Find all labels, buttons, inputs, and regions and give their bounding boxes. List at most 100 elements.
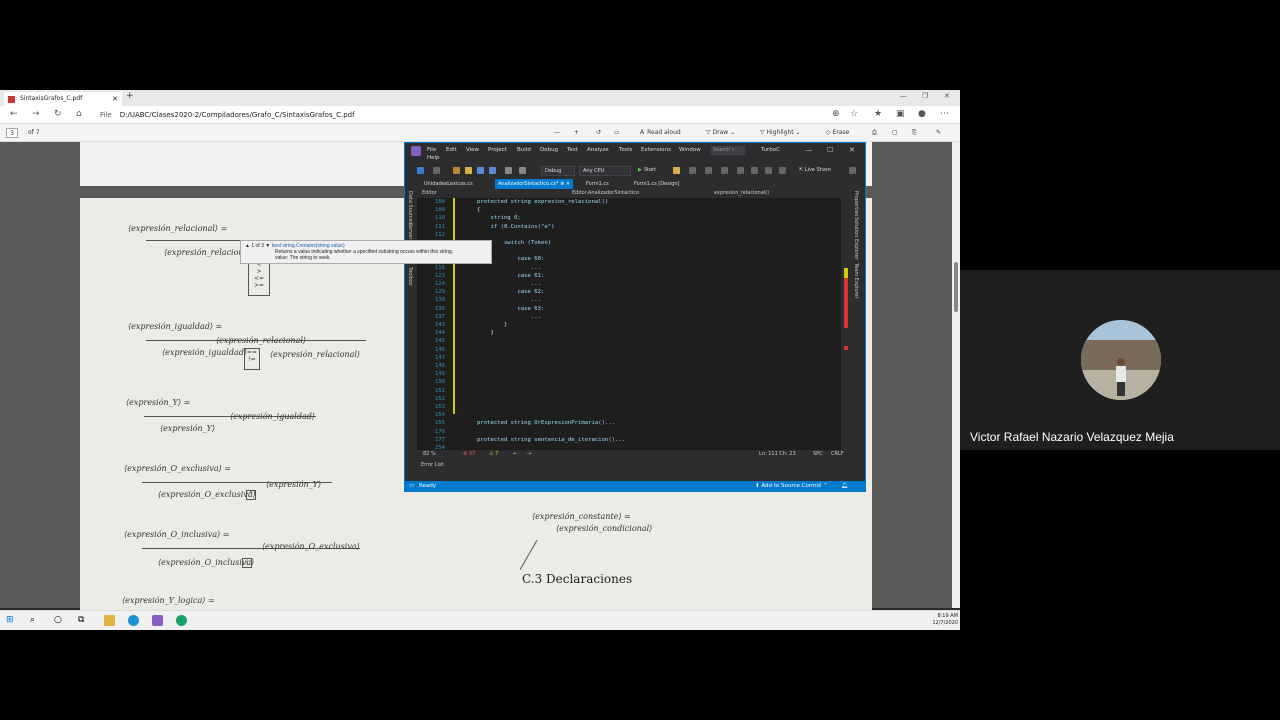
team-explorer-tab[interactable]: Team Explorer: [853, 263, 859, 299]
draw-button[interactable]: ▽ Draw ⌄: [706, 129, 735, 136]
menu-tools[interactable]: Tools: [619, 147, 633, 153]
solution-explorer-tab[interactable]: Solution Explorer: [853, 217, 859, 260]
vs-search-box[interactable]: Search ⌕: [711, 146, 745, 155]
menu-view[interactable]: View: [466, 147, 479, 153]
pdf-scrollbar[interactable]: [952, 142, 960, 608]
profile-icon[interactable]: ●: [918, 109, 926, 119]
tab-unidadeslexicas[interactable]: UnidadesLexicas.cs: [421, 179, 476, 189]
more-icon[interactable]: ⋯: [940, 109, 949, 119]
refresh-icon[interactable]: ↻: [54, 109, 62, 119]
menu-test[interactable]: Test: [567, 147, 578, 153]
edge-icon[interactable]: [176, 615, 187, 626]
toolbar-icon[interactable]: [721, 167, 728, 174]
page-number-input[interactable]: 3: [6, 128, 18, 138]
back-icon[interactable]: [417, 167, 424, 174]
comment-icon[interactable]: [779, 167, 786, 174]
tab-form1-design[interactable]: Form1.cs [Design]: [631, 179, 682, 189]
maximize-icon[interactable]: ❐: [922, 92, 928, 100]
tab-analizadorsintactico[interactable]: AnalizadorSintactico.cs* ⊕ ✕: [495, 179, 573, 189]
favorites-icon[interactable]: ★: [874, 109, 882, 119]
highlight-button[interactable]: ▽ Highlight ⌄: [760, 129, 801, 136]
menu-extensions[interactable]: Extensions: [641, 147, 671, 153]
task-view-icon[interactable]: ⧉: [78, 615, 89, 626]
toolbox-tab[interactable]: Toolbox: [407, 267, 413, 286]
error-icon[interactable]: ⊗ 37: [463, 451, 475, 457]
scroll-thumb[interactable]: [954, 262, 958, 312]
collections-icon[interactable]: ▣: [896, 109, 905, 119]
platform-dropdown[interactable]: Any CPU: [579, 166, 631, 176]
search-icon[interactable]: ⌕: [30, 615, 41, 626]
feedback-icon[interactable]: [849, 167, 856, 174]
member-dropdown[interactable]: expresion_relacional(): [711, 189, 841, 198]
menu-build[interactable]: Build: [517, 147, 531, 153]
menu-analyze[interactable]: Analyze: [587, 147, 609, 153]
editor-scrollbar[interactable]: [841, 198, 851, 450]
maximize-icon[interactable]: ☐: [827, 146, 833, 154]
error-list-tab[interactable]: Error List: [417, 459, 851, 471]
minimize-icon[interactable]: —: [805, 146, 812, 154]
menu-file[interactable]: File: [427, 147, 436, 153]
close-icon[interactable]: ✕: [944, 92, 950, 100]
zoom-icon[interactable]: ⊕: [832, 109, 840, 119]
nav-forward-icon[interactable]: →: [527, 451, 531, 457]
menu-debug[interactable]: Debug: [540, 147, 558, 153]
project-dropdown[interactable]: Editor: [419, 189, 569, 198]
notifications-icon[interactable]: 🔔︎: [841, 481, 848, 491]
zoom-in-icon[interactable]: +: [574, 129, 579, 136]
save-icon[interactable]: ▢: [892, 129, 898, 136]
properties-tab[interactable]: Properties: [853, 191, 859, 216]
save-all-icon[interactable]: [489, 167, 496, 174]
forward-icon[interactable]: →: [32, 109, 40, 119]
back-icon[interactable]: ←: [10, 109, 18, 119]
zoom-level[interactable]: 82 %: [423, 451, 436, 457]
pin-icon[interactable]: ✎: [936, 129, 941, 136]
indent-icon[interactable]: [737, 167, 744, 174]
browser-tab[interactable]: SintaxisGrafos_C.pdf ✕: [4, 92, 122, 106]
undo-icon[interactable]: [505, 167, 512, 174]
fit-page-icon[interactable]: ▭: [614, 129, 620, 136]
menu-help[interactable]: Help: [427, 155, 440, 161]
zoom-out-icon[interactable]: —: [554, 129, 560, 136]
nav-back-icon[interactable]: ←: [513, 451, 517, 457]
home-icon[interactable]: ⌂: [76, 109, 82, 119]
menu-project[interactable]: Project: [488, 147, 507, 153]
read-aloud-button[interactable]: A Read aloud: [640, 129, 681, 136]
redo-icon[interactable]: [519, 167, 526, 174]
code-editor[interactable]: 108 protected string expresion_relacional…: [417, 198, 841, 450]
start-button[interactable]: ▶ Start: [638, 167, 656, 173]
save-icon[interactable]: [477, 167, 484, 174]
live-share-button[interactable]: ⇱ Live Share: [799, 167, 831, 173]
print-icon[interactable]: ⎙: [872, 129, 877, 137]
source-control-button[interactable]: ⬆ Add to Source Control ⌃: [755, 481, 828, 491]
menu-window[interactable]: Window: [679, 147, 701, 153]
save-as-icon[interactable]: ⎘: [912, 129, 917, 137]
data-sources-tab[interactable]: Data Sources: [407, 191, 413, 224]
toolbar-icon[interactable]: [689, 167, 696, 174]
file-explorer-icon[interactable]: [104, 615, 115, 626]
close-icon[interactable]: ✕: [849, 146, 855, 154]
edge-icon[interactable]: [128, 615, 139, 626]
tab-form1-cs[interactable]: Form1.cs: [583, 179, 612, 189]
forward-icon[interactable]: [433, 167, 440, 174]
cortana-icon[interactable]: ○: [54, 615, 65, 626]
new-project-icon[interactable]: [453, 167, 460, 174]
menu-edit[interactable]: Edit: [446, 147, 457, 153]
url-field[interactable]: File D:/UABC/Clases2020-2/Compiladores/Gr…: [100, 109, 355, 121]
overload-counter[interactable]: ▲ 1 of 3 ▼: [245, 243, 270, 249]
rotate-icon[interactable]: ↺: [596, 129, 601, 136]
new-tab-button[interactable]: +: [126, 91, 134, 101]
windows-start-icon[interactable]: ⊞: [6, 615, 17, 626]
browser-link-icon[interactable]: [673, 167, 680, 174]
outdent-icon[interactable]: [751, 167, 758, 174]
warning-icon[interactable]: ⚠ 7: [489, 451, 498, 457]
class-dropdown[interactable]: Editor.AnalizadorSintactico: [569, 189, 709, 198]
toolbar-icon[interactable]: [705, 167, 712, 174]
minimize-icon[interactable]: —: [900, 92, 907, 100]
taskbar-clock[interactable]: 8:19 AM 12/7/2020: [932, 613, 958, 627]
erase-button[interactable]: ◇ Erase: [826, 129, 849, 136]
open-icon[interactable]: [465, 167, 472, 174]
close-tab-icon[interactable]: ✕: [112, 92, 118, 106]
visual-studio-icon[interactable]: [152, 615, 163, 626]
bookmark-icon[interactable]: [765, 167, 772, 174]
config-dropdown[interactable]: Debug: [541, 166, 575, 176]
